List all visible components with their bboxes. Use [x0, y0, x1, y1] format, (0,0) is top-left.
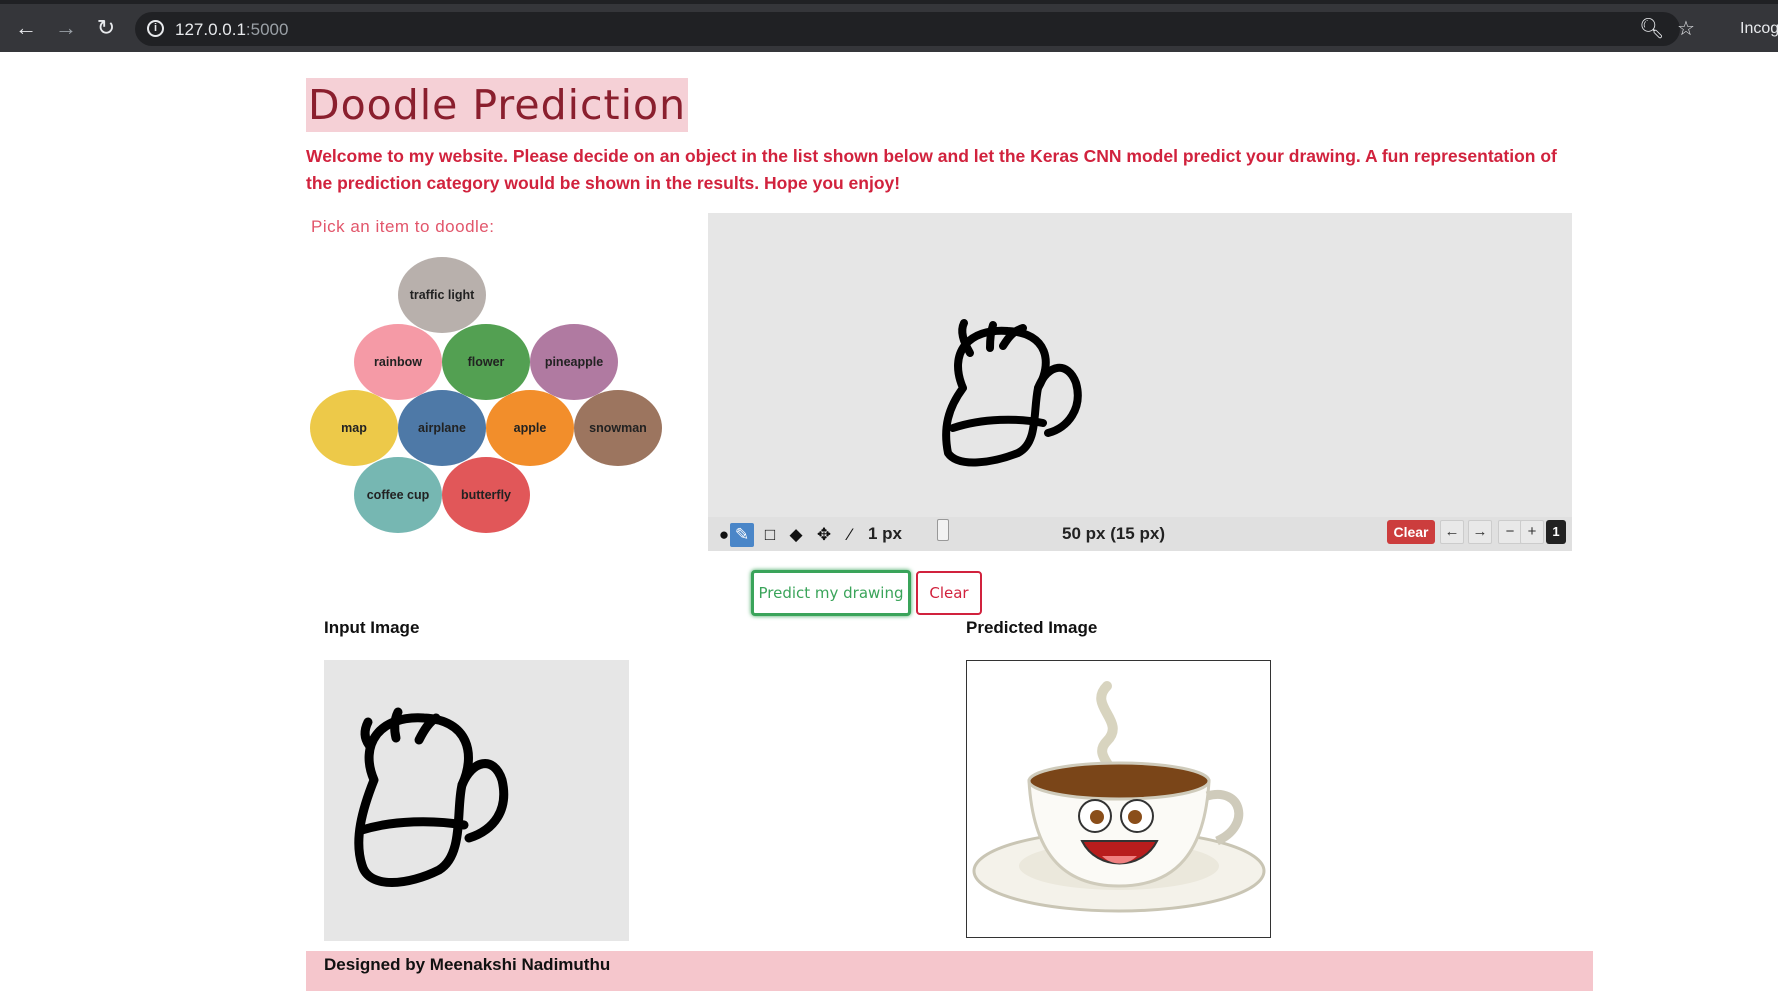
- address-bar[interactable]: i 127.0.0.1:5000 🔍︎ ☆: [135, 12, 1695, 46]
- bookmark-star-icon[interactable]: ☆: [1677, 16, 1695, 41]
- footer-credit: Designed by Meenakshi Nadimuthu: [324, 955, 611, 974]
- undo-button[interactable]: ←: [1440, 520, 1464, 544]
- browser-toolbar: ← → ↻ i 127.0.0.1:5000 🔍︎ ☆ Incog: [0, 0, 1778, 52]
- predicted-image: [966, 660, 1271, 938]
- page-number-badge: 1: [1546, 520, 1566, 544]
- zoom-in-button[interactable]: +: [1520, 520, 1544, 544]
- welcome-text: Welcome to my website. Please decide on …: [306, 146, 1557, 193]
- move-icon[interactable]: ✥: [812, 523, 836, 547]
- item-coffee-cup[interactable]: coffee cup: [354, 457, 442, 533]
- item-traffic-light[interactable]: traffic light: [398, 257, 486, 333]
- brush-size-slider[interactable]: [937, 519, 949, 541]
- canvas-toolbar: ● ✎ □ ◆ ✥ ⁄ 1 px 50 px (15 px) Clear ← →…: [708, 517, 1572, 551]
- item-airplane[interactable]: airplane: [398, 390, 486, 466]
- item-snowman[interactable]: snowman: [574, 390, 662, 466]
- footer: Designed by Meenakshi Nadimuthu: [306, 951, 1593, 991]
- drawing-canvas[interactable]: [708, 213, 1572, 517]
- brush-size-readout: 1 px: [868, 524, 903, 543]
- input-image: [324, 660, 629, 941]
- clear-button[interactable]: Clear: [916, 571, 982, 615]
- zoom-out-button[interactable]: −: [1498, 520, 1522, 544]
- zoom-icon[interactable]: 🔍︎: [1639, 16, 1664, 41]
- eyedropper-icon[interactable]: ⁄: [838, 523, 862, 547]
- item-map[interactable]: map: [310, 390, 398, 466]
- item-flower[interactable]: flower: [442, 324, 530, 400]
- page-title: Doodle Prediction: [306, 78, 689, 132]
- item-pineapple[interactable]: pineapple: [530, 324, 618, 400]
- site-info-icon[interactable]: i: [147, 20, 164, 37]
- size-readout: 50 px (15 px): [1062, 524, 1165, 543]
- coffee-cup-illustration: [972, 681, 1266, 913]
- reload-icon[interactable]: ↻: [92, 14, 120, 42]
- forward-icon[interactable]: →: [52, 14, 80, 42]
- input-image-label: Input Image: [324, 618, 420, 637]
- item-apple[interactable]: apple: [486, 390, 574, 466]
- incognito-indicator[interactable]: Incog: [1740, 20, 1778, 38]
- item-butterfly[interactable]: butterfly: [442, 457, 530, 533]
- doodle-drawing: [942, 319, 1082, 467]
- input-doodle: [354, 707, 509, 887]
- toolbar-clear-button[interactable]: Clear: [1387, 520, 1435, 544]
- item-rainbow[interactable]: rainbow: [354, 324, 442, 400]
- pick-item-label: Pick an item to doodle:: [311, 217, 495, 236]
- redo-button[interactable]: →: [1468, 520, 1492, 544]
- predict-button[interactable]: Predict my drawing: [751, 570, 911, 616]
- rectangle-icon[interactable]: □: [758, 523, 782, 547]
- eraser-icon[interactable]: ◆: [784, 523, 808, 547]
- pencil-icon[interactable]: ✎: [730, 523, 754, 547]
- url-text[interactable]: 127.0.0.1:5000: [175, 20, 288, 40]
- predicted-image-label: Predicted Image: [966, 618, 1098, 637]
- back-icon[interactable]: ←: [12, 14, 40, 42]
